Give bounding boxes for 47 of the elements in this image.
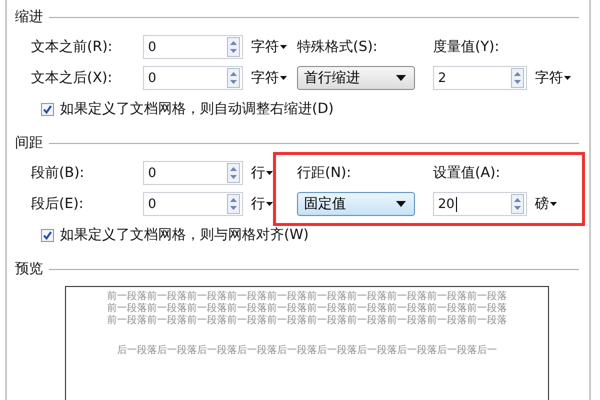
preview-text: 后一段落后一段落后一段落后一段落后一段落后一段落后一段落后一段落后一段落后一: [117, 345, 497, 357]
spin-field[interactable]: 0: [143, 192, 243, 216]
section-title: 缩进: [15, 8, 43, 26]
field-label: 段后(E):: [31, 195, 84, 213]
spin-field[interactable]: 0: [143, 161, 243, 185]
spin-arrows-icon[interactable]: [227, 37, 240, 57]
preview-text: 前一段落前一段落前一段落前一段落前一段落前一段落前一段落前一段落前一段落前一段落: [107, 315, 507, 327]
field-label: 特殊格式(S):: [297, 38, 379, 56]
field-label: 文本之后(X):: [31, 69, 114, 87]
field-label: 设置值(A):: [433, 164, 502, 182]
spin-field[interactable]: 0: [143, 35, 243, 59]
spin-arrows-icon[interactable]: [227, 194, 240, 214]
spin-arrows-icon[interactable]: [227, 163, 240, 183]
checkbox-label: 如果定义了文档网格，则自动调整右缩进(D): [60, 100, 334, 118]
unit-dropdown[interactable]: 磅: [529, 195, 557, 213]
unit-dropdown[interactable]: 行: [245, 164, 273, 182]
caret-icon: [280, 45, 287, 49]
caret-icon: [266, 171, 273, 175]
checkbox-label: 如果定义了文档网格，则与网格对齐(W): [60, 226, 309, 244]
section-title: 预览: [15, 260, 43, 278]
dropdown[interactable]: 固定值: [297, 192, 415, 216]
spin-field[interactable]: 0: [143, 66, 243, 90]
caret-icon: [280, 76, 287, 80]
caret-icon: [396, 201, 406, 207]
unit-dropdown[interactable]: 字符: [529, 69, 571, 87]
field-label: 度量值(Y):: [433, 38, 500, 56]
spin-arrows-icon[interactable]: [227, 68, 240, 88]
spin-field[interactable]: 2: [433, 66, 527, 90]
spin-arrows-icon[interactable]: [511, 68, 524, 88]
unit-dropdown[interactable]: 字符: [245, 38, 287, 56]
caret-icon: [564, 76, 571, 80]
preview-text: 前一段落前一段落前一段落前一段落前一段落前一段落前一段落前一段落前一段落前一段落: [107, 303, 507, 314]
spin-field[interactable]: 20: [433, 192, 527, 216]
checkbox[interactable]: [41, 102, 54, 116]
caret-icon: [396, 75, 406, 81]
dropdown[interactable]: 首行缩进: [297, 66, 415, 90]
preview-text: 前一段落前一段落前一段落前一段落前一段落前一段落前一段落前一段落前一段落前一段落: [107, 291, 507, 302]
field-label: 段前(B):: [31, 164, 86, 182]
checkbox[interactable]: [41, 228, 54, 242]
field-label: 文本之前(R):: [31, 38, 114, 56]
caret-icon: [550, 202, 557, 206]
unit-dropdown[interactable]: 行: [245, 195, 273, 213]
section-title: 间距: [15, 134, 43, 152]
field-label: 行距(N):: [297, 164, 352, 182]
caret-icon: [266, 202, 273, 206]
unit-dropdown[interactable]: 字符: [245, 69, 287, 87]
spin-arrows-icon[interactable]: [511, 194, 524, 214]
